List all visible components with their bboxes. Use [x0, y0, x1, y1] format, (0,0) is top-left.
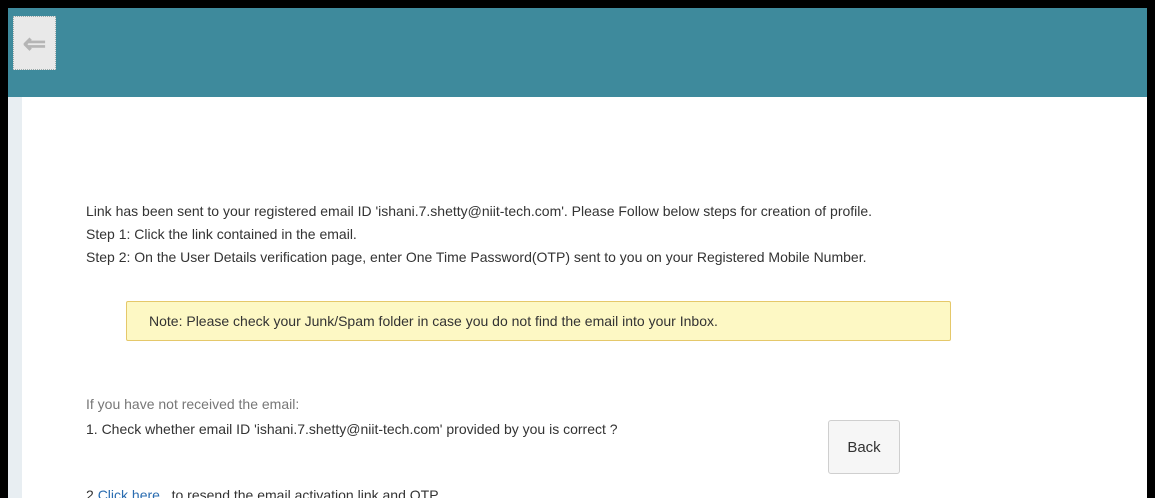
back-button[interactable]: Back: [828, 420, 900, 474]
sent-message: Link has been sent to your registered em…: [86, 203, 873, 219]
help-item-2-prefix: 2.: [86, 487, 98, 498]
step-1-text: Step 1: Click the link contained in the …: [86, 226, 357, 242]
app-window: ⇐ Link has been sent to your registered …: [8, 8, 1147, 498]
help-intro: If you have not received the email:: [86, 396, 300, 412]
step-2-text: Step 2: On the User Details verification…: [86, 249, 867, 265]
help-item-1: 1. Check whether email ID 'ishani.7.shet…: [86, 421, 618, 437]
message-panel: Link has been sent to your registered em…: [86, 144, 1147, 498]
help-item-2: 2.Click here to resend the email activat…: [86, 486, 439, 498]
click-here-link[interactable]: Click here: [98, 487, 160, 498]
note-box: Note: Please check your Junk/Spam folder…: [126, 301, 951, 341]
header-bar: ⇐: [8, 8, 1147, 97]
content-area: Link has been sent to your registered em…: [22, 97, 1147, 498]
note-text: Note: Please check your Junk/Spam folder…: [149, 313, 718, 329]
arrow-left-icon[interactable]: ⇐: [13, 16, 56, 70]
arrow-left-glyph: ⇐: [22, 27, 47, 59]
help-item-2-suffix: to resend the email activation link and …: [171, 487, 439, 498]
